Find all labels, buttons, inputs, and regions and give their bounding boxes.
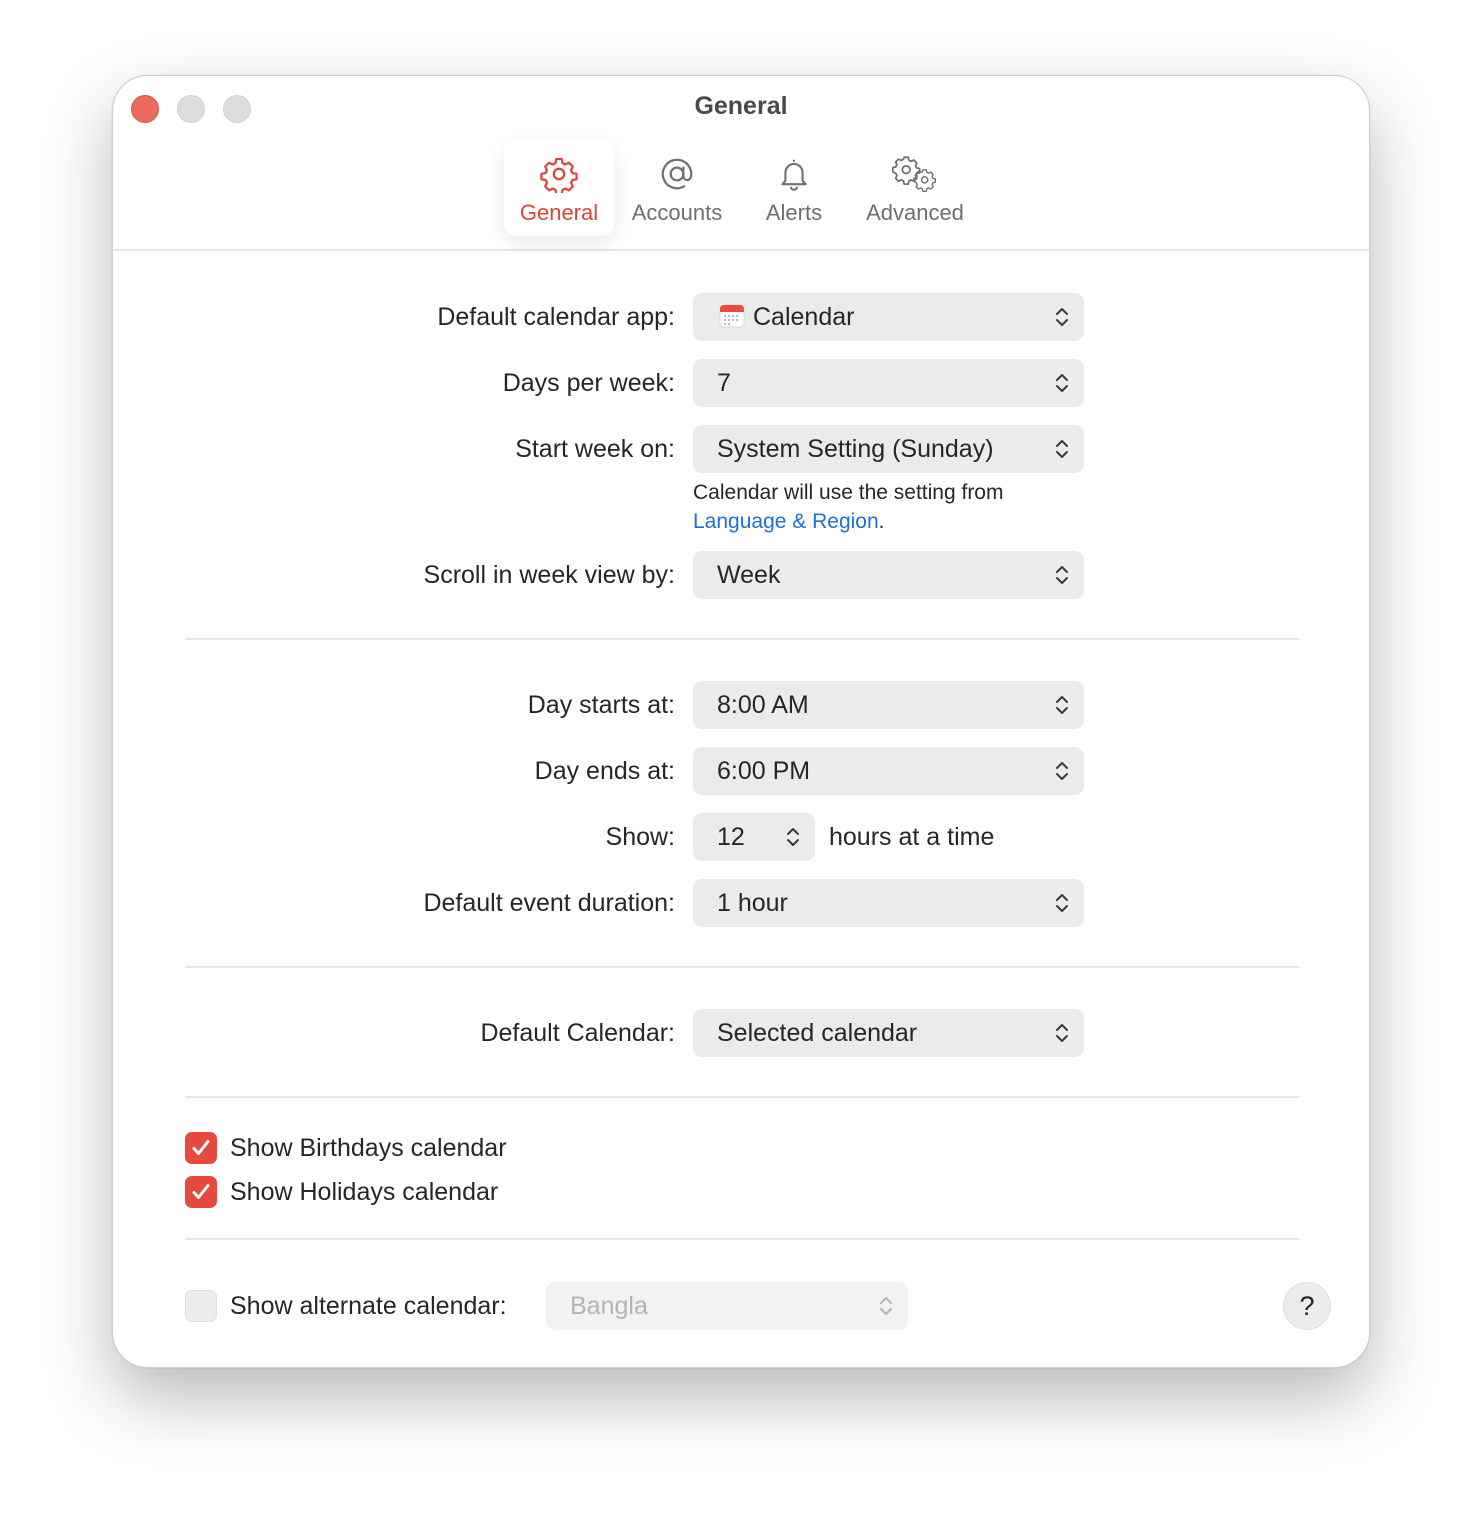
default-calendar-label: Default Calendar: xyxy=(480,1019,675,1047)
alternate-calendar-value: Bangla xyxy=(570,1292,648,1320)
row-start-week: Start week on: System Setting (Sunday) xyxy=(113,425,1369,473)
chevron-updown-icon xyxy=(1056,894,1068,912)
scroll-week-label: Scroll in week view by: xyxy=(423,561,675,589)
birthdays-checkbox-label: Show Birthdays calendar xyxy=(230,1133,507,1162)
chevron-updown-icon xyxy=(1056,374,1068,392)
preferences-window: General General Accounts Alerts Advanced… xyxy=(112,75,1370,1368)
birthdays-checkbox[interactable] xyxy=(185,1132,217,1164)
chevron-updown-icon xyxy=(1056,566,1068,584)
at-icon xyxy=(658,154,696,194)
language-region-link[interactable]: Language & Region xyxy=(693,510,879,533)
day-ends-popup[interactable]: 6:00 PM xyxy=(693,747,1084,795)
chevron-updown-icon xyxy=(1056,696,1068,714)
show-hours-value: 12 xyxy=(717,823,745,851)
tab-general-label: General xyxy=(519,200,599,225)
show-hours-label: Show: xyxy=(605,823,675,851)
default-calendar-app-popup[interactable]: Calendar xyxy=(693,293,1084,341)
day-ends-label: Day ends at: xyxy=(534,757,675,785)
default-calendar-app-label: Default calendar app: xyxy=(437,303,675,331)
event-duration-popup[interactable]: 1 hour xyxy=(693,879,1084,927)
tab-alerts-label: Alerts xyxy=(765,200,823,225)
gears-icon xyxy=(891,154,939,194)
section-divider xyxy=(185,966,1299,968)
start-week-label: Start week on: xyxy=(515,435,675,463)
row-show-hours: Show: 12 hours at a time xyxy=(113,813,1369,861)
calendar-app-icon xyxy=(719,296,745,328)
help-button[interactable]: ? xyxy=(1283,1282,1331,1330)
event-duration-value: 1 hour xyxy=(717,889,788,917)
days-per-week-popup[interactable]: 7 xyxy=(693,359,1084,407)
chevron-updown-icon xyxy=(880,1297,892,1315)
section-divider xyxy=(185,638,1299,640)
row-day-starts: Day starts at: 8:00 AM xyxy=(113,681,1369,729)
chevron-updown-icon xyxy=(1056,1024,1068,1042)
row-scroll-week: Scroll in week view by: Week xyxy=(113,551,1369,599)
alternate-calendar-row[interactable]: Show alternate calendar: xyxy=(185,1290,507,1322)
show-hours-suffix: hours at a time xyxy=(829,823,995,851)
start-week-value: System Setting (Sunday) xyxy=(717,435,994,463)
tab-advanced[interactable]: Advanced xyxy=(859,140,971,236)
chevron-updown-icon xyxy=(787,828,799,846)
start-week-hint-text: Calendar will use the setting from xyxy=(693,481,1004,504)
alternate-calendar-label: Show alternate calendar: xyxy=(230,1291,507,1320)
alternate-calendar-popup[interactable]: Bangla xyxy=(546,1282,908,1330)
default-calendar-popup[interactable]: Selected calendar xyxy=(693,1009,1084,1057)
day-ends-value: 6:00 PM xyxy=(717,757,811,785)
tab-alerts[interactable]: Alerts xyxy=(753,140,835,236)
start-week-hint: Calendar will use the setting from Langu… xyxy=(693,478,1003,536)
row-event-duration: Default event duration: 1 hour xyxy=(113,879,1369,927)
window-title: General xyxy=(694,92,788,120)
holidays-checkbox-label: Show Holidays calendar xyxy=(230,1177,499,1206)
scroll-week-value: Week xyxy=(717,561,781,589)
day-starts-value: 8:00 AM xyxy=(717,691,809,719)
section-divider xyxy=(185,1238,1299,1240)
row-default-calendar-app: Default calendar app: Calendar xyxy=(113,293,1369,341)
holidays-checkbox[interactable] xyxy=(185,1176,217,1208)
default-calendar-value: Selected calendar xyxy=(717,1019,918,1047)
chevron-updown-icon xyxy=(1056,440,1068,458)
preferences-toolbar: General Accounts Alerts Advanced xyxy=(113,140,1369,251)
day-starts-label: Day starts at: xyxy=(527,691,675,719)
chevron-updown-icon xyxy=(1056,762,1068,780)
checkmark-icon xyxy=(192,1140,210,1155)
tab-advanced-label: Advanced xyxy=(866,200,964,225)
day-starts-popup[interactable]: 8:00 AM xyxy=(693,681,1084,729)
show-hours-popup[interactable]: 12 xyxy=(693,813,815,861)
row-default-calendar: Default Calendar: Selected calendar xyxy=(113,1009,1369,1057)
chevron-updown-icon xyxy=(1056,308,1068,326)
checkmark-icon xyxy=(192,1184,210,1199)
hint-suffix: . xyxy=(878,510,885,533)
event-duration-label: Default event duration: xyxy=(423,889,675,917)
tab-accounts[interactable]: Accounts xyxy=(624,140,730,236)
days-per-week-label: Days per week: xyxy=(502,369,675,397)
alternate-calendar-checkbox[interactable] xyxy=(185,1290,217,1322)
bell-icon xyxy=(776,154,812,194)
days-per-week-value: 7 xyxy=(717,369,731,397)
gear-icon xyxy=(540,154,578,194)
row-days-per-week: Days per week: 7 xyxy=(113,359,1369,407)
scroll-week-popup[interactable]: Week xyxy=(693,551,1084,599)
tab-general[interactable]: General xyxy=(504,140,614,236)
tab-accounts-label: Accounts xyxy=(631,200,723,225)
section-divider xyxy=(185,1096,1299,1098)
birthdays-checkbox-row[interactable]: Show Birthdays calendar xyxy=(185,1132,507,1164)
default-calendar-app-value: Calendar xyxy=(753,303,855,331)
row-day-ends: Day ends at: 6:00 PM xyxy=(113,747,1369,795)
start-week-popup[interactable]: System Setting (Sunday) xyxy=(693,425,1084,473)
holidays-checkbox-row[interactable]: Show Holidays calendar xyxy=(185,1176,498,1208)
